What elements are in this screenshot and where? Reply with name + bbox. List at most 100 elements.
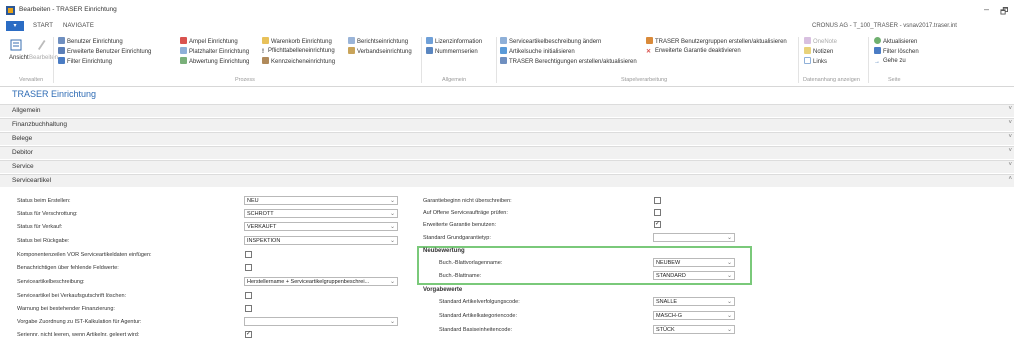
notify-missing-checkbox[interactable] — [245, 264, 252, 271]
base-warranty-type-select[interactable]: ⌄ — [653, 233, 735, 242]
item-tracking-code-select[interactable]: SNALLE ⌄ — [653, 297, 735, 306]
deactivate-warranty-button[interactable]: ✕ Erweiterte Garantie deaktivieren — [646, 47, 741, 56]
fasttab-serviceartikel[interactable]: Serviceartikel ˄ — [0, 174, 1014, 187]
clear-filter-button[interactable]: Filter löschen — [874, 47, 919, 56]
app-menu-button[interactable]: ▾ — [6, 21, 24, 31]
association-setup-button[interactable]: Verbandseinrichtung — [348, 47, 412, 56]
expand-icon: ˅ — [1008, 106, 1012, 112]
view-icon — [10, 39, 22, 51]
number-series-icon — [426, 47, 433, 54]
devaluation-icon — [180, 57, 187, 64]
group-allgemein: Allgemein — [442, 77, 467, 83]
field-label: Status bei Rückgabe: — [17, 238, 70, 244]
status-return-select[interactable]: INSPEKTION ⌄ — [244, 236, 398, 245]
traffic-light-setup-button[interactable]: Ampel Einrichtung — [180, 37, 238, 46]
fasttab-debitor[interactable]: Debitor ˅ — [0, 146, 1014, 159]
devaluation-setup-button[interactable]: Abwertung Einrichtung — [180, 57, 249, 66]
collapse-icon: ˄ — [1008, 176, 1012, 182]
field-label: Benachrichtigen über fehlende Feldwerte: — [17, 265, 119, 271]
journal-template-select[interactable]: NEUBEW ⌄ — [653, 258, 735, 267]
view-button[interactable]: Ansicht — [9, 54, 29, 63]
field-label: Erweiterte Garantie benutzen: — [423, 222, 497, 228]
refresh-button[interactable]: Aktualisieren — [874, 37, 917, 46]
association-icon — [348, 47, 355, 54]
fasttab-finanzbuchhaltung[interactable]: Finanzbuchhaltung ˅ — [0, 118, 1014, 131]
group-seite: Seite — [888, 77, 901, 83]
links-button[interactable]: Links — [804, 57, 827, 66]
placeholder-setup-button[interactable]: Platzhalter Einrichtung — [180, 47, 249, 56]
number-series-button[interactable]: Nummernserien — [426, 47, 478, 56]
base-uom-code-select[interactable]: STÜCK ⌄ — [653, 325, 735, 334]
notes-icon — [804, 47, 811, 54]
filter-setup-button[interactable]: Filter Einrichtung — [58, 57, 112, 66]
create-user-groups-button[interactable]: TRASER Benutzergruppen erstellen/aktuali… — [646, 37, 787, 46]
warranty-start-checkbox[interactable] — [654, 197, 661, 204]
ribbon-separator — [496, 37, 497, 83]
insert-components-checkbox[interactable] — [245, 251, 252, 258]
ribbon-separator — [868, 37, 869, 83]
cart-icon — [262, 37, 269, 44]
chevron-down-icon: ⌄ — [726, 235, 732, 241]
fasttab-service[interactable]: Service ˅ — [0, 160, 1014, 173]
item-category-code-select[interactable]: MASCH-G ⌄ — [653, 311, 735, 320]
cart-setup-button[interactable]: Warenkorb Einrichtung — [262, 37, 332, 46]
expand-icon: ˅ — [1008, 148, 1012, 154]
keep-serial-checkbox[interactable]: ✓ — [245, 331, 252, 338]
notes-button[interactable]: Notizen — [804, 47, 833, 56]
field-label: Buch.-Blattname: — [439, 273, 482, 279]
extended-warranty-checkbox[interactable]: ✓ — [654, 221, 661, 228]
fasttab-belege[interactable]: Belege ˅ — [0, 132, 1014, 145]
onenote-icon — [804, 37, 811, 44]
report-setup-button[interactable]: Berichtseinrichtung — [348, 37, 408, 46]
onenote-button[interactable]: OneNote — [804, 37, 837, 46]
chevron-down-icon: ⌄ — [389, 319, 395, 325]
chevron-down-icon: ⌄ — [726, 260, 732, 266]
delete-on-credit-checkbox[interactable] — [245, 292, 252, 299]
clear-filter-icon — [874, 47, 881, 54]
fasttab-allgemein[interactable]: Allgemein ˅ — [0, 104, 1014, 117]
group-prozess: Prozess — [235, 77, 255, 83]
field-label: Status für Verkauf: — [17, 224, 63, 230]
field-label: Serviceartikel bei Verkaufsgutschrift lö… — [17, 293, 127, 299]
status-scrap-select[interactable]: SCHROTT ⌄ — [244, 209, 398, 218]
field-label: Standard Basiseinheitencode: — [439, 327, 513, 333]
item-description-select[interactable]: Herstellername + Serviceartikelgruppenbe… — [244, 277, 398, 286]
user-setup-button[interactable]: Benutzer Einrichtung — [58, 37, 123, 46]
placeholder-icon — [180, 47, 187, 54]
ribbon-separator — [798, 37, 799, 83]
exclamation-icon: ! — [262, 48, 266, 55]
mandatory-table-setup-button[interactable]: ! Pflichttabelleneinrichtung — [262, 47, 335, 56]
ribbon-separator — [53, 37, 54, 83]
minimize-button[interactable]: – — [984, 4, 989, 14]
edit-icon — [38, 40, 46, 50]
agency-allocation-select[interactable]: ⌄ — [244, 317, 398, 326]
field-label: Standard Artikelkategoriencode: — [439, 313, 517, 319]
init-item-search-button[interactable]: Artikelsuche initialisieren — [500, 47, 575, 56]
field-label: Status beim Erstellen: — [17, 198, 71, 204]
tab-navigate[interactable]: NAVIGATE — [63, 23, 94, 29]
permissions-icon — [500, 57, 507, 64]
license-info-button[interactable]: Lizenzinformation — [426, 37, 482, 46]
section-header-vorgabewerte: Vorgabewerte — [423, 287, 463, 293]
restore-button[interactable]: 🗗 — [1000, 4, 1008, 20]
group-stapelverarbeitung: Stapelverarbeitung — [621, 77, 668, 83]
tab-start[interactable]: START — [33, 23, 53, 29]
status-sold-select[interactable]: VERKAUFT ⌄ — [244, 222, 398, 231]
status-create-select[interactable]: NEU ⌄ — [244, 196, 398, 205]
financing-warning-checkbox[interactable] — [245, 305, 252, 312]
license-plate-setup-button[interactable]: Kennzeicheneinrichtung — [262, 57, 335, 66]
change-item-description-button[interactable]: Serviceartikelbeschreibung ändern — [500, 37, 601, 46]
field-label: Standard Grundgarantietyp: — [423, 235, 491, 241]
field-label: Standard Artikelverfolgungscode: — [439, 299, 520, 305]
chevron-down-icon: ⌄ — [389, 211, 395, 217]
create-permissions-button[interactable]: TRASER Berechtigungen erstellen/aktualis… — [500, 57, 637, 66]
extended-user-setup-button[interactable]: Erweiterte Benutzer Einrichtung — [58, 47, 151, 56]
field-label: Warnung bei bestehender Finanzierung: — [17, 306, 115, 312]
ribbon-separator — [421, 37, 422, 83]
journal-batch-select[interactable]: STANDARD ⌄ — [653, 271, 735, 280]
section-header-neubewertung: Neubewertung — [423, 248, 465, 254]
goto-button[interactable]: → Gehe zu — [874, 57, 906, 66]
field-label: Buch.-Blattvorlagenname: — [439, 260, 503, 266]
check-open-orders-checkbox[interactable] — [654, 209, 661, 216]
users-icon — [58, 47, 65, 54]
